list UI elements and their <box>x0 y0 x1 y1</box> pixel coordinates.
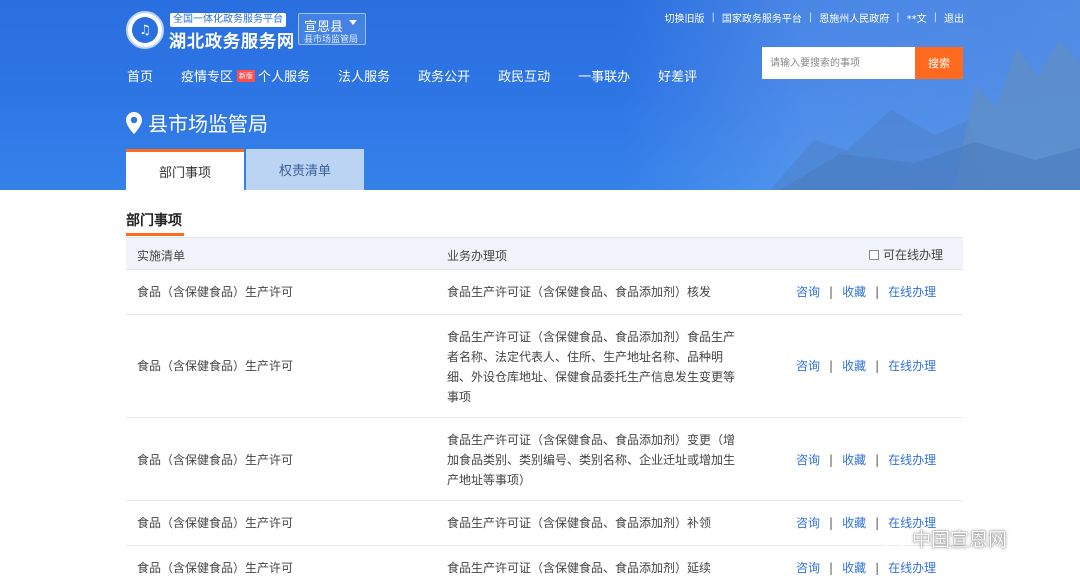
favorite-link[interactable]: 收藏 <box>842 451 866 468</box>
table-row: 食品（含保健食品）生产许可 食品生产许可证（含保健食品、食品添加剂）延续 咨询 … <box>126 546 963 586</box>
row-actions: 咨询 | 收藏 | 在线办理 <box>796 283 936 300</box>
online-apply-link[interactable]: 在线办理 <box>888 451 936 468</box>
column-header-category: 实施清单 <box>137 249 186 263</box>
switch-old-version-link[interactable]: 切换旧版 <box>665 10 705 25</box>
consult-link[interactable]: 咨询 <box>796 283 820 300</box>
nav-evaluation[interactable]: 好差评 <box>658 66 697 85</box>
section-title: 部门事项 <box>126 213 182 229</box>
row-category: 食品（含保健食品）生产许可 <box>137 285 294 299</box>
nav-personal-services[interactable]: 个人服务 <box>258 66 310 85</box>
consult-link[interactable]: 咨询 <box>796 559 820 576</box>
nav-epidemic-label: 疫情专区 <box>181 70 234 85</box>
separator: | <box>829 358 834 373</box>
department-name: 县市场监管局 <box>148 112 268 136</box>
tab-department-items[interactable]: 部门事项 <box>126 149 244 190</box>
online-apply-link[interactable]: 在线办理 <box>888 559 936 576</box>
logout-link[interactable]: 退出 <box>944 10 964 25</box>
favorite-link[interactable]: 收藏 <box>842 559 866 576</box>
county-sub-label: 县市场监管局 <box>304 35 359 45</box>
site-header: ♫ 全国一体化政务服务平台 湖北政务服务网 宣恩县 县市场监管局 切换旧版 | … <box>0 0 1080 190</box>
separator: | <box>829 284 834 299</box>
row-item: 食品生产许可证（含保健食品、食品添加剂）核发 <box>447 285 712 299</box>
table-row: 食品（含保健食品）生产许可 食品生产许可证（含保健食品、食品添加剂）核发 咨询 … <box>126 270 963 315</box>
nav-one-stop[interactable]: 一事联办 <box>578 66 630 85</box>
new-badge: 新版 <box>237 69 256 82</box>
search-input[interactable] <box>762 47 915 79</box>
column-header-item: 业务办理项 <box>447 249 508 263</box>
separator: | <box>829 452 834 467</box>
online-apply-link[interactable]: 在线办理 <box>888 357 936 374</box>
nav-corporate-services[interactable]: 法人服务 <box>338 66 390 85</box>
main-nav: 首页 疫情专区 新版 个人服务 法人服务 政务公开 政民互动 一事联办 好差评 <box>127 66 725 85</box>
consult-link[interactable]: 咨询 <box>796 451 820 468</box>
separator: | <box>875 284 880 299</box>
separator: | <box>875 560 880 575</box>
department-title: 县市场监管局 <box>126 108 268 137</box>
search-button[interactable]: 搜索 <box>915 47 963 79</box>
table-row: 食品（含保健食品）生产许可 食品生产许可证（含保健食品、食品添加剂）补领 咨询 … <box>126 501 963 546</box>
logo-emblem-icon: ♫ <box>132 17 158 43</box>
row-category: 食品（含保健食品）生产许可 <box>137 516 294 530</box>
consult-link[interactable]: 咨询 <box>796 514 820 531</box>
table-row: 食品（含保健食品）生产许可 食品生产许可证（含保健食品、食品添加剂）食品生产者名… <box>126 315 963 418</box>
row-item: 食品生产许可证（含保健食品、食品添加剂）变更（增加食品类别、类别编号、类别名称、… <box>447 433 736 487</box>
nav-government-affairs[interactable]: 政务公开 <box>418 66 470 85</box>
table-header: 实施清单 业务办理项 可在线办理 <box>126 237 963 270</box>
wechat-icon <box>876 526 905 550</box>
nav-epidemic[interactable]: 疫情专区 新版 <box>181 66 258 85</box>
location-pin-icon <box>126 111 142 134</box>
watermark-text: 中国宣恩网 <box>912 529 1008 551</box>
online-filter[interactable]: 可在线办理 <box>868 246 943 263</box>
favorite-link[interactable]: 收藏 <box>842 514 866 531</box>
section-underline <box>126 233 184 236</box>
separator: | <box>875 358 880 373</box>
watermark: 中国宣恩网 <box>876 525 1007 552</box>
national-platform-link[interactable]: 国家政务服务平台 <box>722 10 802 25</box>
online-filter-checkbox[interactable] <box>868 249 879 260</box>
caret-down-icon <box>349 20 357 25</box>
row-actions: 咨询 | 收藏 | 在线办理 <box>796 357 936 374</box>
enshi-government-link[interactable]: 恩施州人民政府 <box>819 10 889 25</box>
row-item: 食品生产许可证（含保健食品、食品添加剂）延续 <box>447 561 712 575</box>
row-actions: 咨询 | 收藏 | 在线办理 <box>796 559 936 576</box>
consult-link[interactable]: 咨询 <box>796 357 820 374</box>
site-logo[interactable]: ♫ <box>126 11 164 49</box>
separator: | <box>933 12 937 23</box>
nav-home[interactable]: 首页 <box>127 66 153 85</box>
county-selector[interactable]: 宣恩县 县市场监管局 <box>298 13 366 45</box>
separator: | <box>829 560 834 575</box>
row-category: 食品（含保健食品）生产许可 <box>137 359 294 373</box>
row-category: 食品（含保健食品）生产许可 <box>137 453 294 467</box>
brand-name[interactable]: 湖北政务服务网 <box>169 27 295 52</box>
top-links: 切换旧版 | 国家政务服务平台 | 恩施州人民政府 | **文 | 退出 <box>665 10 965 25</box>
separator: | <box>808 12 813 23</box>
row-actions: 咨询 | 收藏 | 在线办理 <box>796 451 936 468</box>
online-filter-label: 可在线办理 <box>882 248 943 262</box>
row-item: 食品生产许可证（含保健食品、食品添加剂）食品生产者名称、法定代表人、住所、生产地… <box>447 330 736 404</box>
separator: | <box>711 12 715 23</box>
brand-tag: 全国一体化政务服务平台 <box>170 13 286 27</box>
tab-responsibility-list[interactable]: 权责清单 <box>246 149 364 190</box>
favorite-link[interactable]: 收藏 <box>842 357 866 374</box>
separator: | <box>875 452 880 467</box>
row-item: 食品生产许可证（含保健食品、食品添加剂）补领 <box>447 516 712 530</box>
items-table: 实施清单 业务办理项 可在线办理 食品（含保健食品）生产许可 食品生产许可证（含… <box>126 237 963 586</box>
nav-interaction[interactable]: 政民互动 <box>498 66 550 85</box>
row-category: 食品（含保健食品）生产许可 <box>137 561 294 575</box>
online-apply-link[interactable]: 在线办理 <box>888 283 936 300</box>
table-row: 食品（含保健食品）生产许可 食品生产许可证（含保健食品、食品添加剂）变更（增加食… <box>126 418 963 501</box>
favorite-link[interactable]: 收藏 <box>842 283 866 300</box>
separator: | <box>896 12 900 23</box>
separator: | <box>829 515 834 530</box>
user-name-link[interactable]: **文 <box>907 10 927 25</box>
